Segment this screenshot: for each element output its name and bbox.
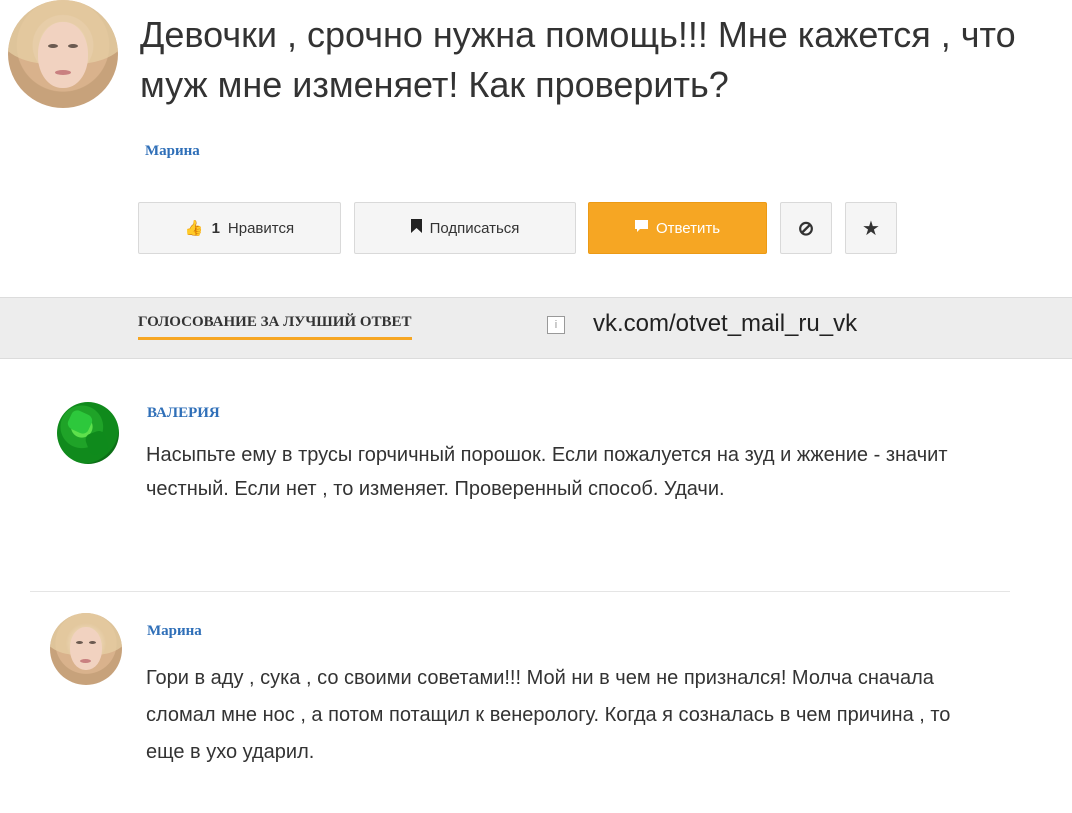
like-label: Нравится (227, 219, 295, 237)
divider (30, 591, 1010, 592)
avatar-face (38, 22, 88, 88)
thumbs-up-icon: 👍 (184, 220, 204, 237)
comment-icon (634, 219, 648, 237)
reply-author-name[interactable]: Марина (147, 623, 202, 640)
answer-button[interactable]: Ответить (588, 202, 767, 254)
vote-section-bar: ГОЛОСОВАНИЕ ЗА ЛУЧШИЙ ОТВЕТ i vk.com/otv… (0, 297, 1072, 359)
star-icon: ★ (862, 217, 880, 240)
watermark-text: vk.com/otvet_mail_ru_vk (593, 310, 858, 337)
block-button[interactable]: ⊘ (780, 202, 832, 254)
avatar-eye (48, 44, 58, 48)
answer-author-avatar[interactable] (57, 402, 119, 464)
avatar-lips (80, 659, 91, 663)
info-icon[interactable]: i (547, 316, 565, 334)
answer-text: Насыпьте ему в трусы горчичный порошок. … (146, 444, 948, 500)
bookmark-icon (410, 219, 422, 237)
avatar-eye (76, 641, 83, 644)
answer-author-name[interactable]: ВАЛЕРИЯ (147, 405, 220, 422)
reply-author-avatar[interactable] (50, 613, 122, 685)
follow-button[interactable]: Подписаться (354, 202, 576, 254)
favorite-button[interactable]: ★ (845, 202, 897, 254)
reply-text: Гори в аду , сука , со своими советами!!… (146, 667, 951, 763)
follow-label: Подписаться (429, 219, 520, 237)
question-author-avatar[interactable] (8, 0, 118, 108)
vote-section-title[interactable]: ГОЛОСОВАНИЕ ЗА ЛУЧШИЙ ОТВЕТ (138, 314, 412, 340)
answer-label: Ответить (655, 219, 721, 237)
avatar-eye (89, 641, 96, 644)
question-title: Девочки , срочно нужна помощь!!! Мне каж… (140, 14, 1016, 105)
like-count: 1 (211, 219, 220, 237)
avatar-lips (55, 70, 71, 75)
avatar-eye (68, 44, 78, 48)
question-author-name[interactable]: Марина (145, 143, 200, 160)
block-icon: ⊘ (797, 217, 815, 240)
avatar-face (70, 627, 102, 670)
like-button[interactable]: 👍 1 Нравится (138, 202, 341, 254)
